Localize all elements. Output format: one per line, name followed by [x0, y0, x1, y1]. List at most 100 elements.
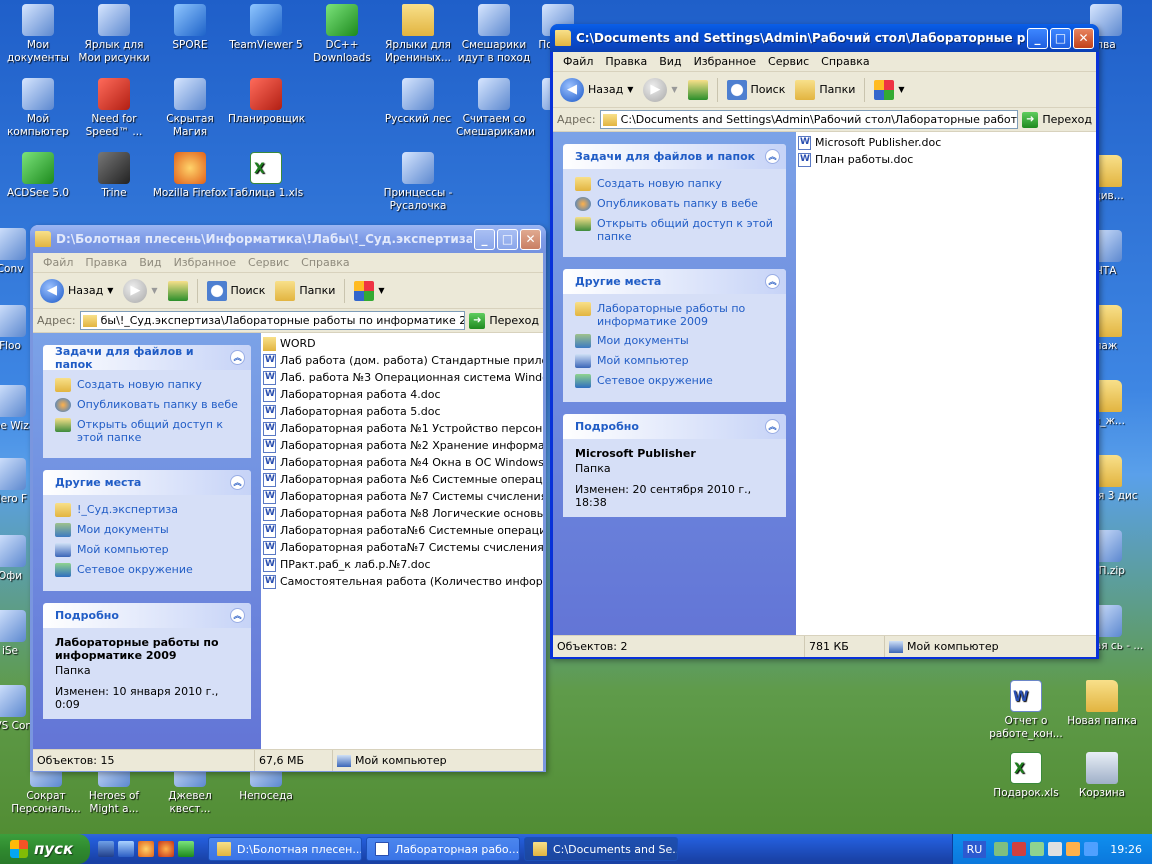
firefox-icon[interactable]	[138, 841, 154, 857]
search-button[interactable]: Поиск	[724, 78, 789, 102]
menu-file[interactable]: Файл	[557, 55, 599, 68]
details-header[interactable]: Подробно ︽	[563, 414, 786, 439]
menu-help[interactable]: Справка	[295, 256, 355, 269]
tasks-panel-header[interactable]: Задачи для файлов и папок ︽	[43, 345, 251, 371]
title-bar[interactable]: D:\Болотная плесень\Информатика\!Лабы\!_…	[30, 225, 546, 253]
desktop-icon[interactable]: Корзина	[1064, 752, 1140, 800]
file-item[interactable]: Лабораторная работа №1 Устройство персон…	[263, 420, 543, 437]
desktop-icon[interactable]: Новая папка	[1064, 680, 1140, 728]
desktop-icon[interactable]: Русский лес	[380, 78, 456, 126]
desktop-icon[interactable]: Скрытая Магия	[152, 78, 228, 139]
desktop-icon[interactable]: Подарок.xls	[988, 752, 1064, 800]
desktop-icon[interactable]: DC++ Downloads	[304, 4, 380, 65]
file-item[interactable]: Лабораторная работа №7 Системы счисления…	[263, 488, 543, 505]
place-my-documents[interactable]: Мои документы	[55, 523, 241, 537]
tray-icon[interactable]	[994, 842, 1009, 856]
desktop-icon[interactable]: Ярлык для Мои рисунки	[76, 4, 152, 65]
explorer-window-lab[interactable]: D:\Болотная плесень\Информатика\!Лабы\!_…	[30, 225, 546, 772]
task-share-folder[interactable]: Открыть общий доступ к этой папке	[55, 418, 241, 444]
arrow-icon[interactable]	[178, 841, 194, 857]
place-network[interactable]: Сетевое окружение	[575, 374, 776, 388]
floppy-icon[interactable]	[98, 841, 114, 857]
tasks-panel-header[interactable]: Задачи для файлов и папок ︽	[563, 144, 786, 169]
file-item[interactable]: Лабораторная работа№7 Системы счисления.…	[263, 539, 543, 556]
collapse-icon[interactable]: ︽	[765, 149, 780, 164]
menu-view[interactable]: Вид	[133, 256, 167, 269]
collapse-icon[interactable]: ︽	[230, 350, 245, 365]
address-input[interactable]: бы\!_Суд.экспертиза\Лабораторные работы …	[79, 311, 466, 330]
file-item[interactable]: WORD	[263, 335, 543, 352]
minimize-button[interactable]: _	[474, 228, 495, 250]
desktop-icon[interactable]: Отчет о работе_кон...	[988, 680, 1064, 741]
up-folder-button[interactable]	[165, 279, 191, 303]
taskbar-item-left-window[interactable]: D:\Болотная плесен...	[208, 837, 362, 861]
desktop-icon[interactable]: Принцессы - Русалочка	[380, 152, 456, 213]
explorer-window-publisher[interactable]: C:\Documents and Settings\Admin\Рабочий …	[550, 24, 1099, 659]
collapse-icon[interactable]: ︽	[230, 475, 245, 490]
menu-file[interactable]: Файл	[37, 256, 79, 269]
folders-button[interactable]: Папки	[792, 78, 858, 102]
tray-icon[interactable]	[1066, 842, 1081, 856]
address-input[interactable]: C:\Documents and Settings\Admin\Рабочий …	[599, 110, 1019, 129]
file-item[interactable]: Лабораторная работа №4 Окна в ОС Windows…	[263, 454, 543, 471]
other-places-header[interactable]: Другие места ︽	[43, 470, 251, 495]
task-new-folder[interactable]: Создать новую папку	[575, 177, 776, 191]
file-item[interactable]: Лабораторная работа 4.doc	[263, 386, 543, 403]
desktop-icon[interactable]: Мои документы	[0, 4, 76, 65]
tray-icon[interactable]	[1084, 842, 1099, 856]
file-item[interactable]: Лабораторная работа №2 Хранение информац…	[263, 437, 543, 454]
maximize-button[interactable]: □	[497, 228, 518, 250]
task-new-folder[interactable]: Создать новую папку	[55, 378, 241, 392]
desktop-icon[interactable]: Мой компьютер	[0, 78, 76, 139]
file-item[interactable]: План работы.doc	[798, 151, 1096, 168]
network-tray-icon[interactable]	[1030, 842, 1045, 856]
menu-edit[interactable]: Правка	[599, 55, 653, 68]
menu-favorites[interactable]: Избранное	[168, 256, 242, 269]
close-button[interactable]: ✕	[1073, 27, 1094, 49]
back-button[interactable]: ◀ Назад ▼	[557, 76, 636, 104]
search-button[interactable]: Поиск	[204, 279, 269, 303]
place-parent-folder[interactable]: Лабораторные работы по информатике 2009	[575, 302, 776, 328]
language-indicator[interactable]: RU	[962, 840, 987, 858]
file-item[interactable]: Лабораторная работа№6 Системные операции…	[263, 522, 543, 539]
place-my-documents[interactable]: Мои документы	[575, 334, 776, 348]
menu-edit[interactable]: Правка	[79, 256, 133, 269]
taskbar-item-word[interactable]: Лабораторная рабо...	[366, 837, 520, 861]
volume-icon[interactable]	[1048, 842, 1063, 856]
file-item[interactable]: Microsoft Publisher.doc	[798, 134, 1096, 151]
title-bar[interactable]: C:\Documents and Settings\Admin\Рабочий …	[550, 24, 1099, 52]
menu-favorites[interactable]: Избранное	[688, 55, 762, 68]
file-item[interactable]: Лабораторная работа 5.doc	[263, 403, 543, 420]
task-publish-web[interactable]: Опубликовать папку в вебе	[55, 398, 241, 412]
place-network[interactable]: Сетевое окружение	[55, 563, 241, 577]
desktop-icon[interactable]: Ярлыки для Ирениных...	[380, 4, 456, 65]
forward-button[interactable]: ▶ ▼	[120, 277, 160, 305]
menu-tools[interactable]: Сервис	[242, 256, 295, 269]
place-my-computer[interactable]: Мой компьютер	[55, 543, 241, 557]
desktop-icon[interactable]: Mozilla Firefox	[152, 152, 228, 200]
minimize-button[interactable]: _	[1027, 27, 1048, 49]
desktop-icon[interactable]: SPORE	[152, 4, 228, 52]
views-button[interactable]: ▼	[351, 279, 387, 303]
folders-button[interactable]: Папки	[272, 279, 338, 303]
file-item[interactable]: Самостоятельная работа (Количество инфор…	[263, 573, 543, 590]
taskbar-item-right-window[interactable]: C:\Documents and Se...	[524, 837, 678, 861]
desktop-icon[interactable]: Таблица 1.xls	[228, 152, 304, 200]
menu-view[interactable]: Вид	[653, 55, 687, 68]
other-places-header[interactable]: Другие места ︽	[563, 269, 786, 294]
menu-tools[interactable]: Сервис	[762, 55, 815, 68]
opera-icon[interactable]	[158, 841, 174, 857]
place-parent-folder[interactable]: !_Суд.экспертиза	[55, 503, 241, 517]
file-item[interactable]: Лабораторная работа №8 Логические основы…	[263, 505, 543, 522]
up-folder-button[interactable]	[685, 78, 711, 102]
file-item[interactable]: Лаб работа (дом. работа) Стандартные при…	[263, 352, 543, 369]
forward-button[interactable]: ▶ ▼	[640, 76, 680, 104]
maximize-button[interactable]: □	[1050, 27, 1071, 49]
file-item[interactable]: Лабораторная работа №6 Системные операци…	[263, 471, 543, 488]
desktop-icon[interactable]: Need for Speed™ ...	[76, 78, 152, 139]
show-desktop-icon[interactable]	[118, 841, 134, 857]
collapse-icon[interactable]: ︽	[765, 419, 780, 434]
go-button[interactable]: ➜ Переход	[1022, 111, 1092, 128]
collapse-icon[interactable]: ︽	[765, 274, 780, 289]
menu-help[interactable]: Справка	[815, 55, 875, 68]
